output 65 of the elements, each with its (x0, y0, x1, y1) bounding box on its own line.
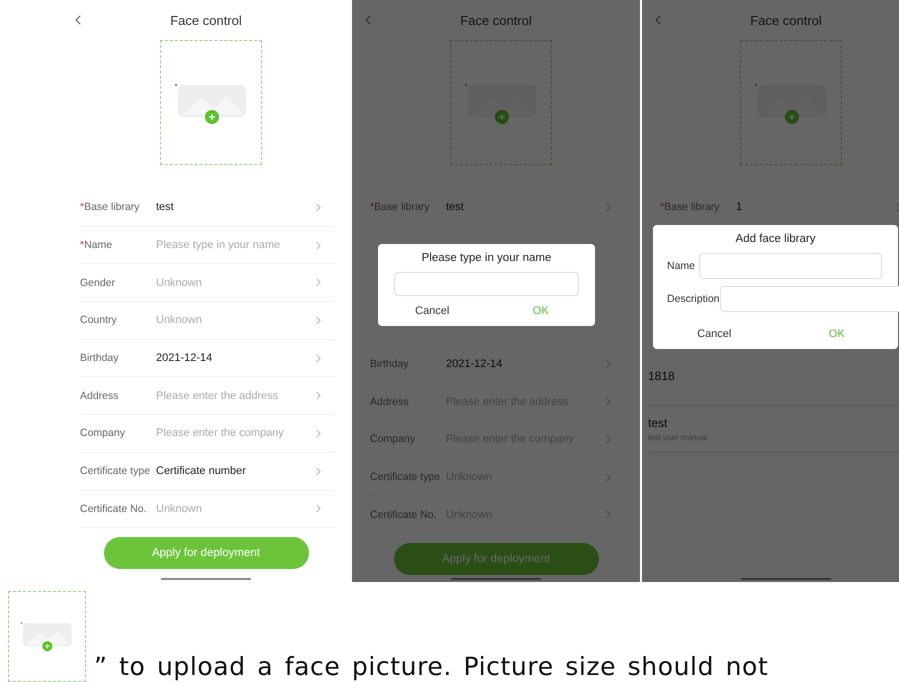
form-row[interactable]: Certificate type Certificate number (80, 452, 335, 490)
field-label: Name (667, 260, 696, 272)
screen-title: Face control (750, 12, 822, 28)
screen-title: Face control (460, 12, 532, 28)
form-row[interactable]: Country Unknown (80, 302, 335, 340)
form-row[interactable]: Company Please enter the company (80, 415, 335, 453)
caption-text: ” to upload a face picture. Picture size should not (94, 652, 768, 682)
field-value: 1 (736, 201, 744, 214)
field-label: Description (667, 292, 720, 305)
field-label: Company (370, 433, 416, 446)
field-value: Unknown (156, 276, 203, 289)
field-label: Certificate No. (370, 508, 438, 521)
image-add-icon (174, 82, 248, 124)
image-add-icon (20, 621, 74, 652)
form-row[interactable]: Certificate No. Unknown (80, 490, 335, 528)
field-label: Address (370, 396, 410, 408)
field-value: test (446, 201, 465, 214)
cancel-button[interactable]: Cancel (378, 296, 486, 326)
apply-button[interactable]: Apply for deployment (104, 537, 308, 570)
library-item[interactable]: 1818 (648, 358, 899, 406)
field-label: Gender (80, 276, 116, 289)
library-name: test (648, 416, 668, 430)
field-label: Certificate No. (80, 502, 148, 515)
input-field[interactable] (720, 286, 899, 312)
field-value: 2021-12-14 (446, 358, 504, 370)
field-label: Birthday (370, 358, 410, 370)
field-label: Certificate type (370, 471, 442, 484)
dialog-title: Please type in your name (420, 252, 552, 264)
image-add-icon (754, 82, 828, 124)
form-row[interactable]: *Base library test (80, 189, 335, 227)
field-label: Birthday (80, 352, 120, 364)
field-label: Country (80, 314, 118, 326)
field-value: Certificate number (156, 465, 247, 478)
field-value: Unknown (156, 502, 203, 515)
form-row[interactable]: Gender Unknown (80, 264, 335, 302)
field-label: *Base library (370, 201, 431, 214)
form-row[interactable]: *Name Please type in your name (80, 226, 335, 264)
input-field[interactable] (394, 272, 579, 296)
input-field[interactable] (699, 252, 882, 279)
photo-upload-button[interactable] (450, 40, 552, 165)
library-name: 1818 (648, 368, 676, 383)
cancel-button[interactable]: Cancel (653, 318, 776, 349)
field-label: Company (80, 427, 126, 440)
field-placeholder: Please enter the company (156, 427, 285, 440)
image-add-icon (464, 82, 538, 124)
ok-button[interactable]: OK (776, 318, 898, 349)
field-label: Certificate type (80, 465, 152, 478)
field-label: *Base library (80, 201, 141, 214)
field-placeholder: Please type in your name (156, 239, 282, 252)
field-value: Unknown (156, 314, 203, 326)
form-row[interactable]: Birthday 2021-12-14 (370, 346, 625, 384)
field-value: 2021-12-14 (156, 352, 214, 364)
field-placeholder: Please enter the address (156, 390, 280, 402)
dialog-title: Add face library (734, 232, 816, 245)
photo-upload-button[interactable] (160, 40, 262, 165)
field-label: *Base library (660, 201, 721, 214)
form-row[interactable]: Address Please enter the address (80, 377, 335, 416)
field-label: Address (80, 390, 120, 402)
screen-title: Face control (170, 12, 242, 28)
form-row[interactable]: Birthday 2021-12-14 (80, 340, 335, 378)
field-value: test (156, 201, 175, 214)
ok-button[interactable]: OK (486, 296, 595, 326)
field-label: *Name (80, 239, 114, 252)
photo-upload-button[interactable] (740, 40, 842, 165)
form-row[interactable]: *Base library test (370, 189, 625, 227)
